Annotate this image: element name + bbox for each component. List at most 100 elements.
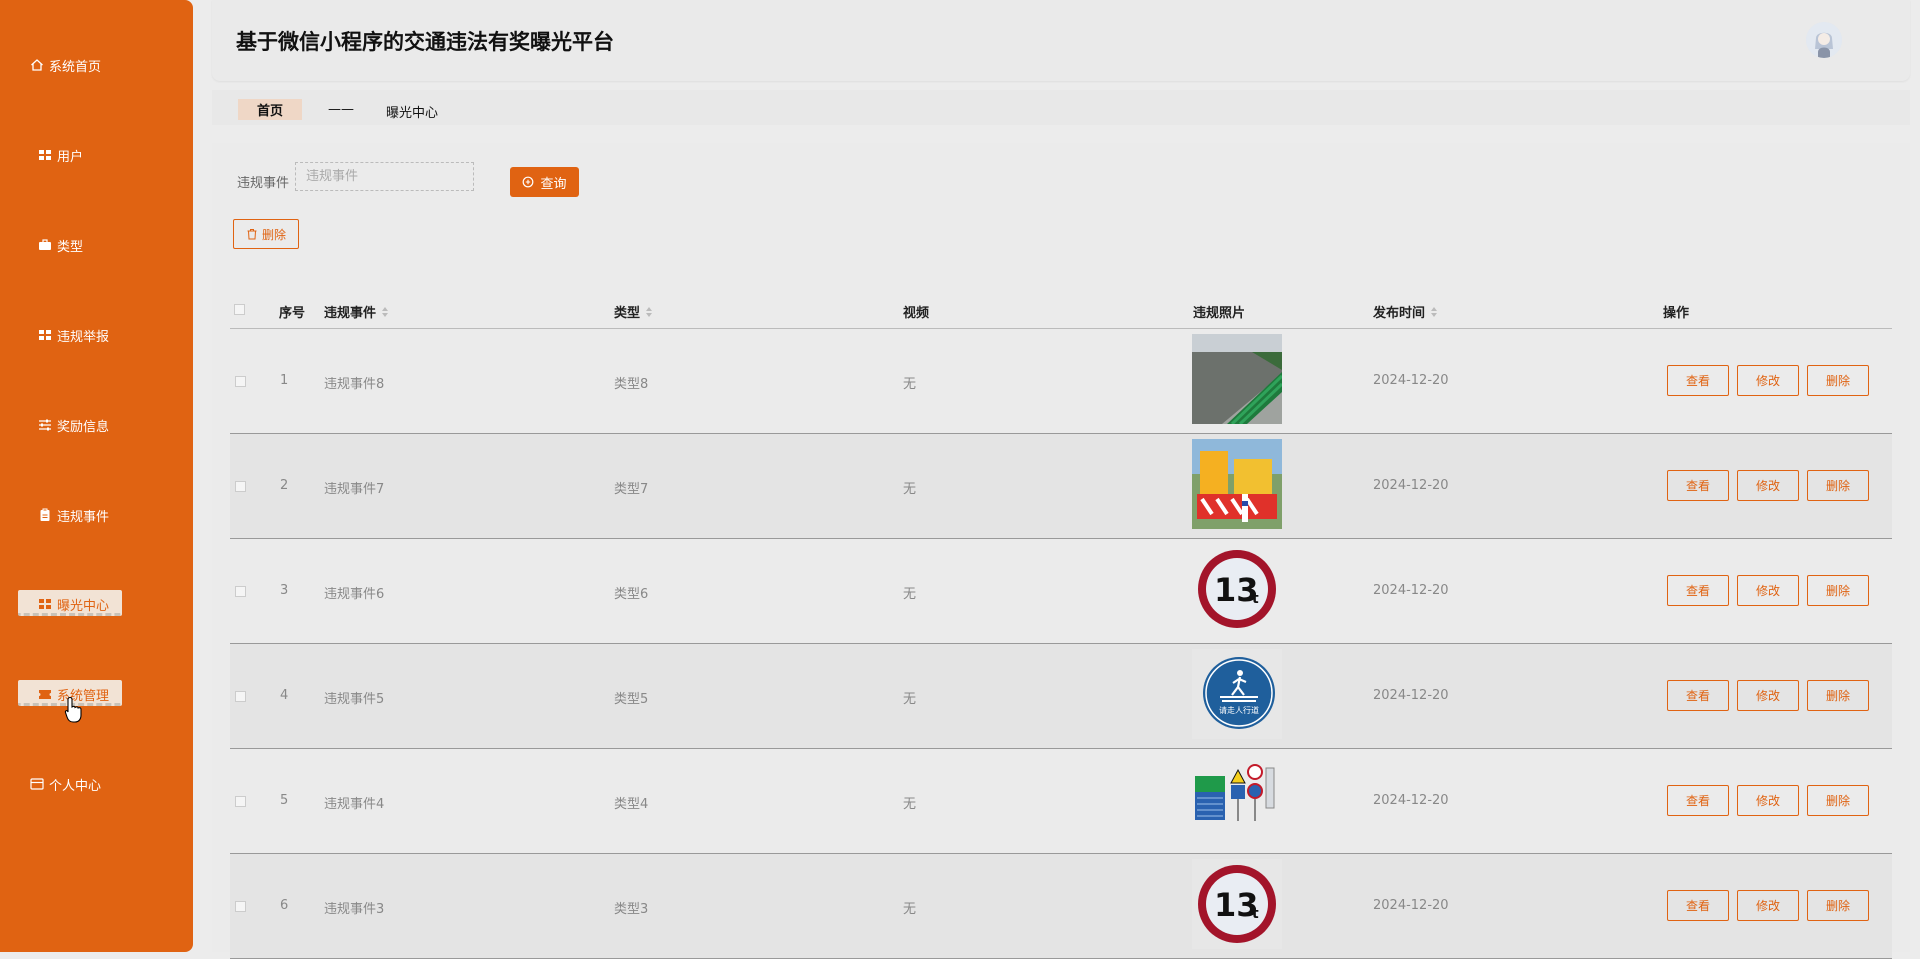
sidebar-item-profile[interactable]: 个人中心 [0,769,193,799]
row-checkbox[interactable] [235,796,246,807]
cell-type: 类型8 [614,377,649,392]
crosswalk-sign-text: 请走人行道 [1219,705,1259,715]
cell-date: 2024-12-20 [1373,898,1449,913]
sidebar-item-exposure-center[interactable]: 曝光中心 [0,589,193,619]
trash-icon [247,229,257,240]
search-icon [523,176,534,187]
row-checkbox[interactable] [235,691,246,702]
cell-event: 违规事件5 [324,692,385,707]
app-title: 基于微信小程序的交通违法有奖曝光平台 [236,30,614,54]
cell-video: 无 [903,902,917,917]
sidebar-item-label: 奖励信息 [57,419,110,435]
sidebar-item-rewards[interactable]: 奖励信息 [0,410,193,440]
crosswalk-sign[interactable]: 请走人行道 [1192,649,1282,739]
edit-button[interactable]: 修改 [1737,785,1799,816]
delete-button[interactable]: 删除 [1807,785,1869,816]
cell-date: 2024-12-20 [1373,478,1449,493]
search-input[interactable] [295,162,474,191]
view-button[interactable]: 查看 [1667,785,1729,816]
header: 基于微信小程序的交通违法有奖曝光平台 [212,0,1910,81]
breadcrumb-separator: —— [328,102,354,117]
cell-event: 违规事件8 [324,377,385,392]
view-button[interactable]: 查看 [1667,575,1729,606]
row-checkbox[interactable] [235,376,246,387]
view-button[interactable]: 查看 [1667,890,1729,921]
column-header-event[interactable]: 违规事件 [324,302,389,321]
edit-button[interactable]: 修改 [1737,365,1799,396]
column-header-photo: 违规照片 [1193,306,1246,321]
delete-button[interactable]: 删除 [1807,365,1869,396]
edit-button[interactable]: 修改 [1737,680,1799,711]
view-button[interactable]: 查看 [1667,365,1729,396]
column-header-actions: 操作 [1663,306,1690,321]
search-label: 违规事件 [237,176,290,191]
column-header-date[interactable]: 发布时间 [1373,302,1438,321]
cell-index: 4 [280,688,289,703]
table-row: 6 违规事件3 类型3 无 13 t 2024-12-20 查看 修改 删除 [230,854,1892,959]
row-checkbox[interactable] [235,586,246,597]
weight-limit-13t-sign[interactable]: 13 t [1192,859,1282,949]
cell-event: 违规事件3 [324,902,385,917]
select-all-checkbox[interactable] [234,304,245,315]
edit-button[interactable]: 修改 [1737,575,1799,606]
column-header-label: 发布时间 [1373,306,1426,321]
batch-delete-button[interactable]: 删除 [233,219,299,249]
view-button[interactable]: 查看 [1667,680,1729,711]
avatar[interactable] [1806,22,1842,58]
breadcrumb-home[interactable]: 首页 [238,99,302,120]
sort-icon[interactable] [1431,306,1438,317]
sort-icon[interactable] [646,306,653,317]
cell-index: 5 [280,793,289,808]
sidebar-item-home[interactable]: 系统首页 [0,50,193,80]
svg-text:t: t [1252,906,1259,922]
sidebar-item-reports[interactable]: 违规举报 [0,320,193,350]
sliders-icon [38,418,52,432]
sidebar-item-types[interactable]: 类型 [0,230,193,260]
breadcrumb: 首页 —— 曝光中心 [212,90,1910,125]
sidebar-item-users[interactable]: 用户 [0,140,193,170]
grid-icon [38,597,52,611]
sidebar-item-label: 用户 [57,149,84,165]
grid-icon [38,148,52,162]
search-button[interactable]: 查询 [510,167,579,197]
delete-button[interactable]: 删除 [1807,680,1869,711]
delete-button[interactable]: 删除 [1807,470,1869,501]
sidebar-item-events[interactable]: 违规事件 [0,500,193,530]
hand-cursor-icon [64,696,82,723]
breadcrumb-current: 曝光中心 [386,106,439,121]
cell-date: 2024-12-20 [1373,793,1449,808]
cell-video: 无 [903,797,917,812]
edit-button[interactable]: 修改 [1737,470,1799,501]
column-header-type[interactable]: 类型 [614,302,653,321]
sort-icon[interactable] [382,306,389,317]
briefcase-icon [38,238,52,252]
delete-button[interactable]: 删除 [1807,890,1869,921]
cell-type: 类型6 [614,587,649,602]
cell-date: 2024-12-20 [1373,688,1449,703]
edit-button[interactable]: 修改 [1737,890,1799,921]
cell-video: 无 [903,587,917,602]
svg-text:t: t [1252,591,1259,607]
home-icon [30,58,44,72]
traffic-signs-set[interactable] [1192,754,1282,844]
row-checkbox[interactable] [235,481,246,492]
sidebar-item-label: 违规事件 [57,509,110,525]
clipboard-icon [38,508,52,522]
sidebar-item-system-management[interactable]: 系统管理 [0,679,193,709]
cell-video: 无 [903,482,917,497]
cell-index: 3 [280,583,289,598]
grid-icon [38,328,52,342]
sidebar: 系统首页 用户 类型 违规举报 奖励信息 违规事件 曝光中心 系统管理 个人中心 [0,0,193,952]
column-header-video: 视频 [903,306,930,321]
road-barrier-photo[interactable] [1192,439,1282,529]
row-checkbox[interactable] [235,901,246,912]
cell-type: 类型5 [614,692,649,707]
delete-button[interactable]: 删除 [1807,575,1869,606]
ticket-icon [38,687,52,701]
cell-date: 2024-12-20 [1373,583,1449,598]
table-row: 5 违规事件4 类型4 无 2024-12-20 查看 修改 删除 [230,749,1892,854]
view-button[interactable]: 查看 [1667,470,1729,501]
guardrail-photo[interactable] [1192,334,1282,424]
search-button-label: 查询 [540,176,567,192]
weight-limit-13t-sign[interactable]: 13 t [1192,544,1282,634]
